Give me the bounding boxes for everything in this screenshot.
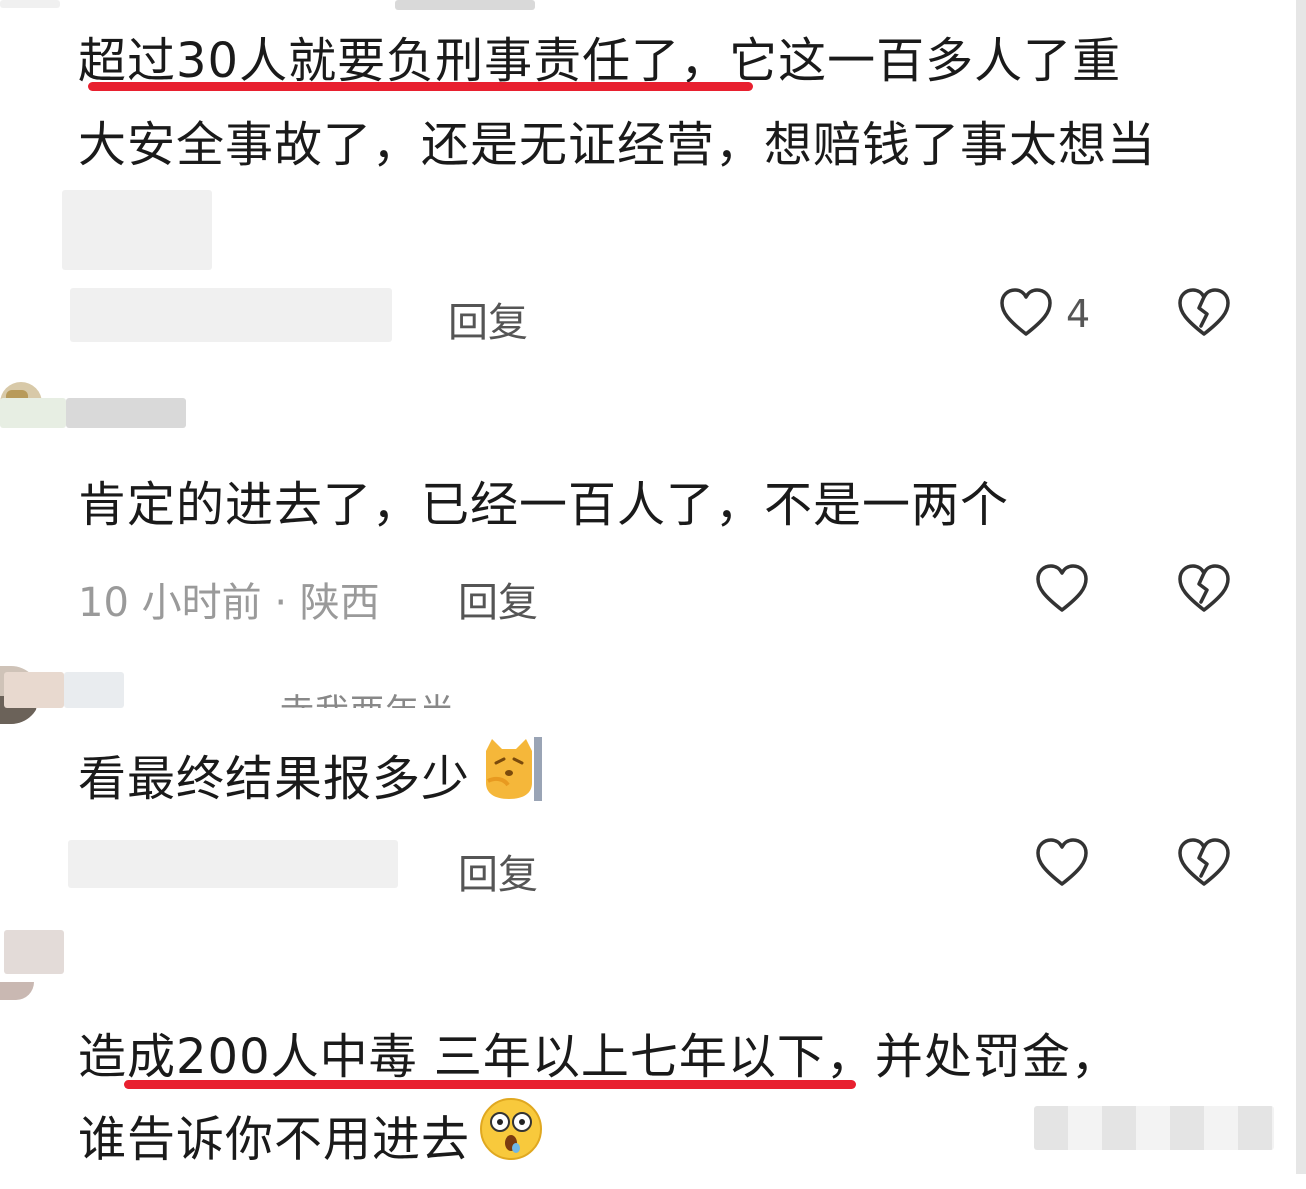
comment-2-text: 肯定的进去了，已经一百人了，不是一两个: [78, 477, 1010, 533]
quoted-reply-snippet: 寺我两年半。: [280, 686, 490, 708]
blurred-avatar[interactable]: [4, 930, 64, 974]
comment-4-text-2: 谁告诉你不用进去: [78, 1111, 471, 1168]
broken-heart-icon: [1178, 838, 1230, 886]
reply-button[interactable]: 回复: [458, 570, 538, 628]
page-edge: [1296, 0, 1306, 1174]
heart-icon: [1036, 564, 1088, 612]
blurred-meta: [68, 840, 398, 888]
red-underline: [88, 82, 753, 91]
dislike-button[interactable]: [1176, 286, 1232, 344]
comment-1-line-1: 超过30人就要负刑事责任了，它这一百多人了重: [78, 18, 1121, 104]
comment-1-highlighted-text: 超过30人就要负刑事责任了，: [78, 33, 730, 89]
broken-heart-icon: [1178, 564, 1230, 612]
comment-4: 造成200人中毒 三年以上七年以下，并处罚金， 谁告诉你不用进去: [0, 920, 1296, 1174]
avatar-edge: [0, 982, 34, 1000]
watermark: [1034, 1106, 1274, 1150]
blurred-username[interactable]: [64, 672, 124, 708]
like-count: 4: [1066, 292, 1091, 336]
heart-icon: [1036, 838, 1088, 886]
red-underline: [124, 1080, 856, 1089]
comment-4-text-post: ，并处罚金，: [825, 1029, 1120, 1085]
broken-heart-icon: [1178, 288, 1230, 336]
comment-3: 寺我两年半。 看最终结果报多少 回复: [0, 650, 1296, 900]
comment-4-text-pre: 造: [78, 1029, 128, 1085]
like-button[interactable]: [998, 286, 1054, 344]
dislike-button[interactable]: [1176, 836, 1232, 894]
comment-4-line-2: 谁告诉你不用进去: [78, 1096, 544, 1189]
blurred-avatar-edge: [4, 672, 64, 708]
heart-icon: [1000, 288, 1052, 336]
cat-emoji: [482, 736, 543, 828]
blurred-avatar-edge: [0, 398, 66, 428]
like-button[interactable]: [1034, 562, 1090, 620]
reply-button[interactable]: 回复: [458, 842, 538, 900]
comment-3-text: 看最终结果报多少: [78, 751, 471, 807]
reply-button[interactable]: 回复: [448, 290, 528, 348]
like-button[interactable]: [1034, 836, 1090, 894]
blurred-content: [62, 190, 212, 270]
shocked-face-emoji: [478, 1096, 544, 1189]
comment-2: 肯定的进去了，已经一百人了，不是一两个 10 小时前 · 陕西 回复: [0, 370, 1296, 640]
dislike-button[interactable]: [1176, 562, 1232, 620]
blurred-meta: [70, 288, 392, 342]
comment-4-highlighted-text: 成200人中毒 三年以上七年以下: [127, 1029, 826, 1085]
blurred-username[interactable]: [66, 398, 186, 428]
comment-1: 超过30人就要负刑事责任了，它这一百多人了重 大安全事故了，还是无证经营，想赔钱…: [0, 0, 1296, 360]
comment-3-line: 看最终结果报多少: [78, 736, 543, 828]
comment-timestamp-location: 10 小时前 · 陕西: [78, 580, 380, 626]
comment-1-line-2: 大安全事故了，还是无证经营，想赔钱了事太想当: [78, 117, 1157, 173]
comment-1-text-rest: 它这一百多人了重: [729, 33, 1122, 89]
